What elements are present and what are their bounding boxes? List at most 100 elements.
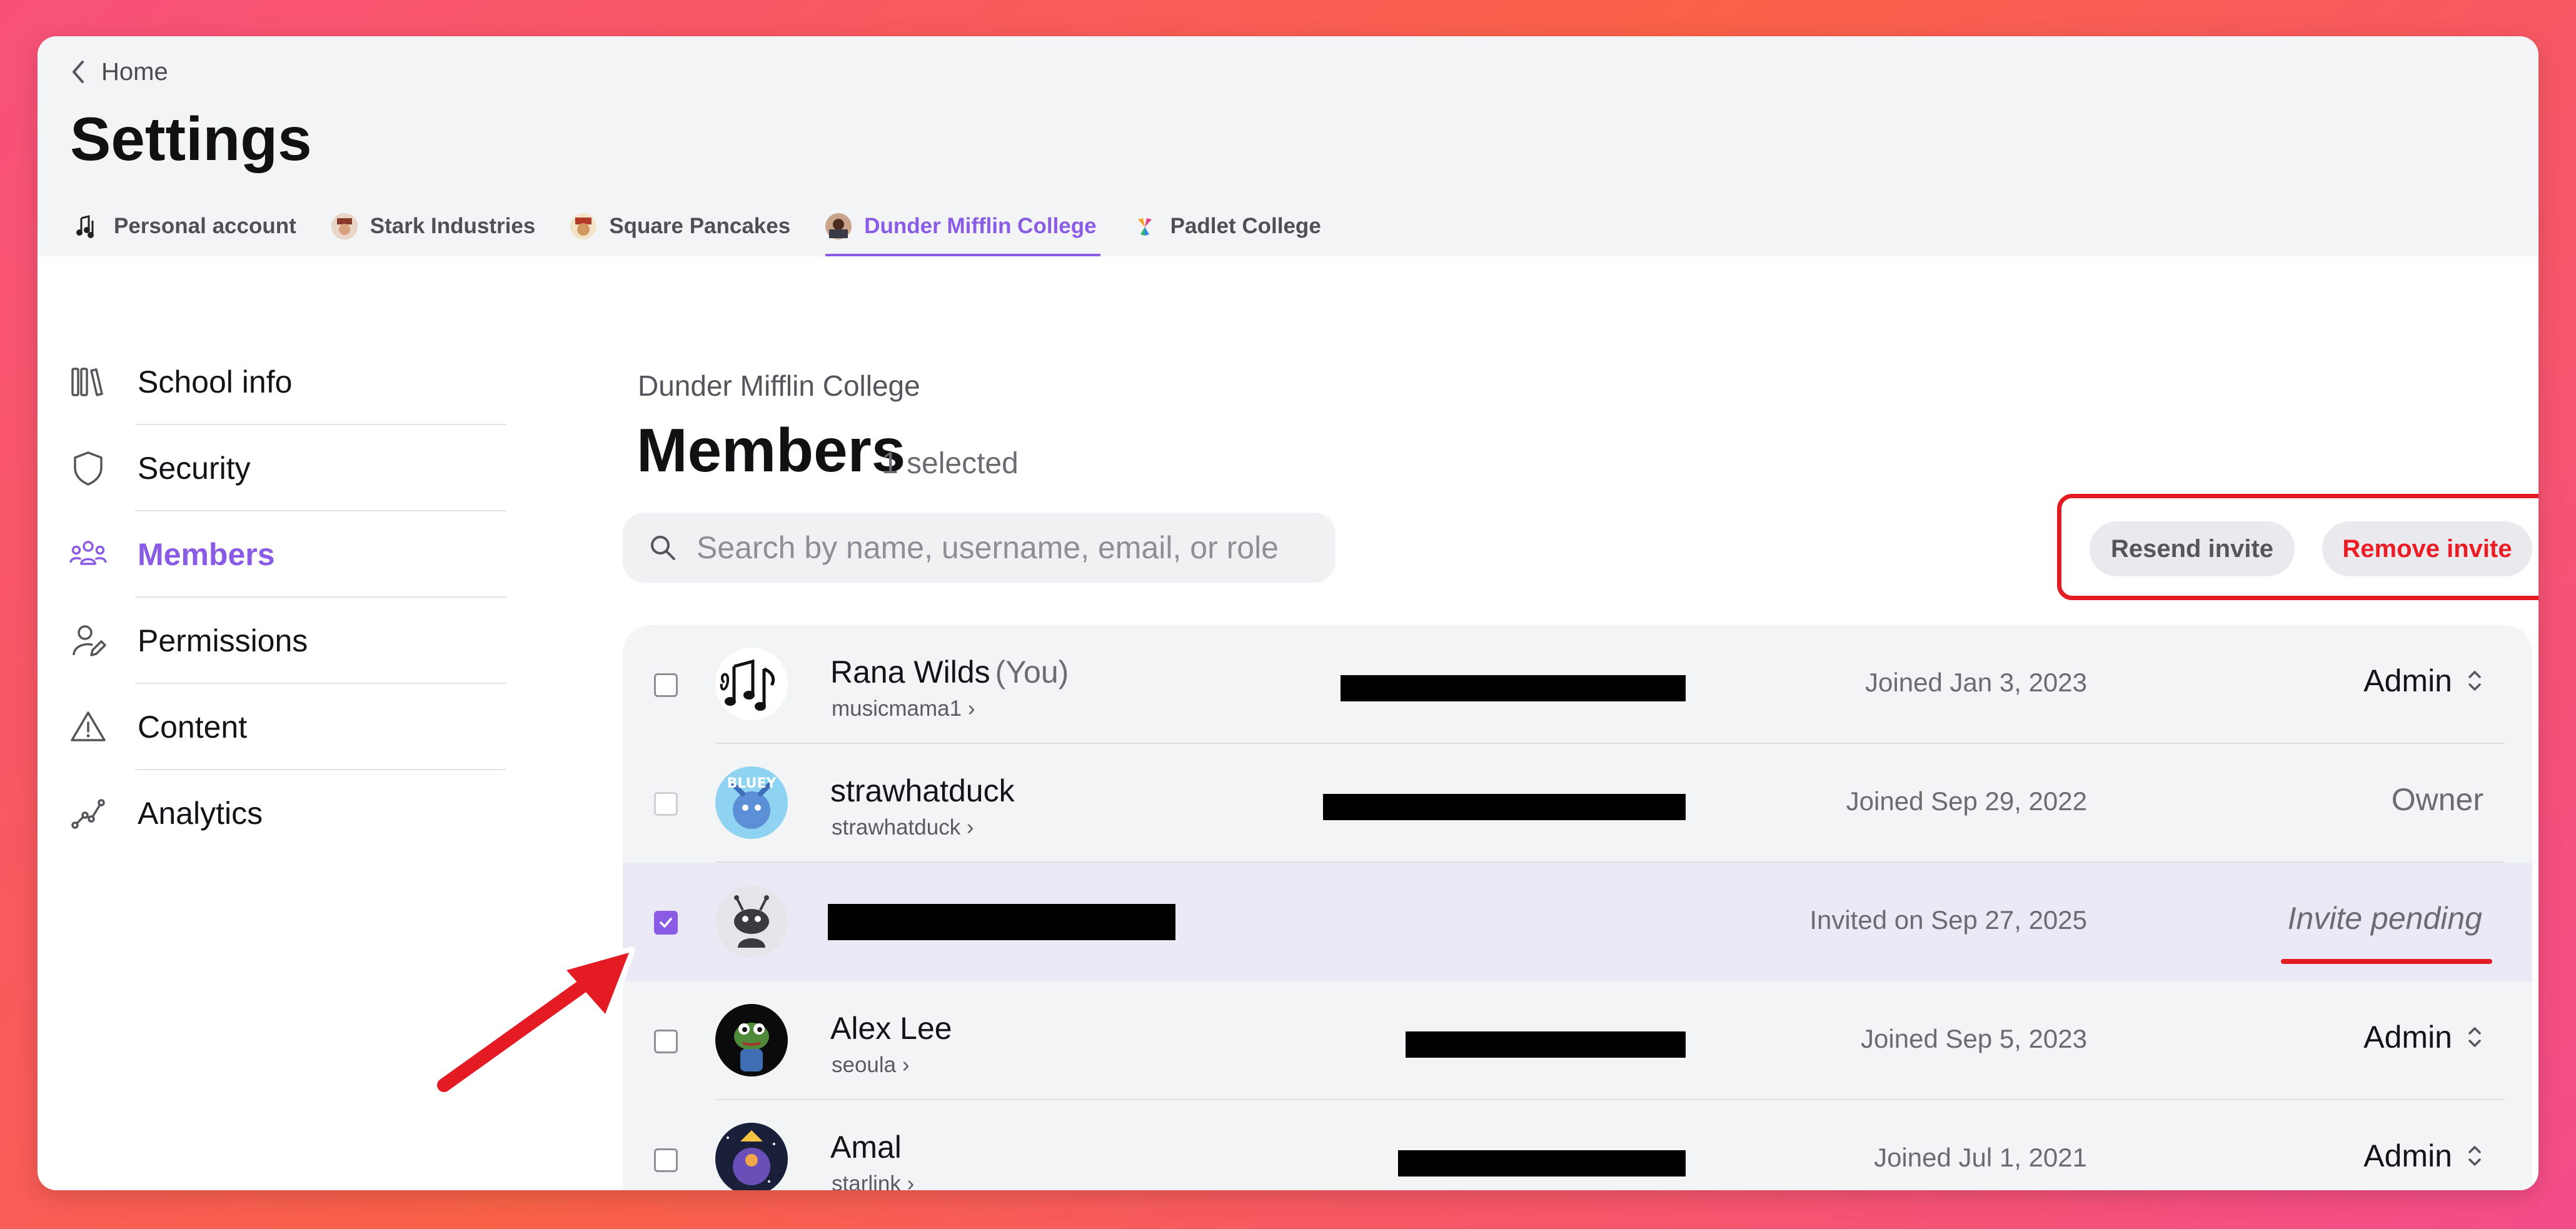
- books-icon: [71, 368, 103, 396]
- chevron-up-down-icon: [2468, 1027, 2481, 1047]
- row-checkbox: [654, 792, 678, 816]
- sidebar-item-label: Permissions: [138, 623, 308, 658]
- row-checkbox[interactable]: [654, 673, 678, 697]
- member-row[interactable]: BLUEY strawhatduck strawhatduck › Joined…: [623, 744, 2532, 863]
- account-tabs: Personal account Stark Industries Square…: [75, 196, 1356, 256]
- row-checkbox[interactable]: [654, 1030, 678, 1053]
- home-label: Home: [101, 58, 168, 86]
- music-notes-avatar-icon: [715, 648, 788, 720]
- frog-avatar-icon: [715, 1004, 788, 1076]
- role-label: Admin: [2363, 1020, 2452, 1055]
- tab-padlet-college[interactable]: Padlet College: [1132, 196, 1321, 256]
- role-label: Owner: [2391, 782, 2483, 817]
- member-name: Amal: [830, 1129, 902, 1165]
- member-row[interactable]: Amal starlink › Joined Jul 1, 2021 Admin: [623, 1100, 2532, 1190]
- member-name: Rana Wilds (You): [830, 654, 1069, 690]
- role-label: Admin: [2363, 1138, 2452, 1173]
- tab-label: Square Pancakes: [609, 214, 791, 238]
- member-name-text: Alex Lee: [830, 1011, 952, 1046]
- tab-label: Dunder Mifflin College: [864, 214, 1097, 238]
- back-to-home-link[interactable]: Home: [69, 55, 168, 89]
- member-row[interactable]: Rana Wilds (You) musicmama1 › Joined Jan …: [623, 625, 2532, 744]
- role-label: Admin: [2363, 663, 2452, 698]
- analytics-icon: [71, 799, 105, 829]
- remove-invite-button[interactable]: Remove invite: [2322, 521, 2532, 576]
- org-name: Dunder Mifflin College: [638, 369, 920, 402]
- member-username-link[interactable]: musicmama1 ›: [832, 696, 975, 721]
- sidebar-item-security[interactable]: Security: [69, 425, 506, 511]
- invite-pending-status: Invite pending: [2288, 900, 2482, 936]
- settings-sidebar: School info Security Members Permissions…: [69, 339, 506, 856]
- member-avatar: BLUEY: [715, 766, 788, 839]
- sidebar-item-analytics[interactable]: Analytics: [69, 770, 506, 856]
- role-select[interactable]: Admin: [2363, 663, 2483, 699]
- tab-label: Padlet College: [1170, 214, 1321, 238]
- settings-window: Home Settings Personal account Stark Ind…: [38, 36, 2538, 1190]
- sidebar-item-members[interactable]: Members: [69, 511, 506, 598]
- sidebar-item-school-info[interactable]: School info: [69, 339, 506, 425]
- warning-icon: [71, 711, 106, 741]
- org-avatar-icon: [331, 213, 358, 239]
- tab-dunder-mifflin-college[interactable]: Dunder Mifflin College: [825, 196, 1101, 256]
- search-input[interactable]: [695, 529, 1298, 566]
- annotation-arrow-icon: [433, 946, 635, 1096]
- member-avatar: [715, 1123, 788, 1190]
- role-select[interactable]: Admin: [2363, 1138, 2483, 1174]
- redacted-email: [1323, 794, 1686, 820]
- redacted-member-name: [828, 904, 1175, 940]
- default-ant-avatar-icon: [715, 885, 788, 958]
- chevron-up-down-icon: [2468, 1146, 2481, 1166]
- member-name-text: Amal: [830, 1130, 902, 1165]
- you-tag: (You): [995, 655, 1069, 690]
- member-username-link[interactable]: seoula ›: [832, 1053, 910, 1078]
- sidebar-item-label: Security: [138, 451, 251, 486]
- pending-underline-annotation: [2281, 959, 2492, 964]
- member-row[interactable]: Alex Lee seoula › Joined Sep 5, 2023 Adm…: [623, 981, 2532, 1100]
- member-row-selected[interactable]: Invited on Sep 27, 2025 Invite pending: [623, 863, 2532, 981]
- tab-square-pancakes[interactable]: Square Pancakes: [570, 196, 790, 256]
- redacted-email: [1406, 1031, 1686, 1058]
- role-label: Invite pending: [2287, 901, 2482, 936]
- members-table: Rana Wilds (You) musicmama1 › Joined Jan …: [623, 625, 2532, 1190]
- user-edit-icon: [73, 625, 106, 656]
- settings-header: Home Settings Personal account Stark Ind…: [38, 36, 2538, 256]
- member-invited-date: Invited on Sep 27, 2025: [1809, 905, 2087, 935]
- member-username-link[interactable]: strawhatduck ›: [832, 815, 974, 840]
- sidebar-item-content[interactable]: Content: [69, 684, 506, 770]
- tab-stark-industries[interactable]: Stark Industries: [331, 196, 536, 256]
- member-search[interactable]: [623, 513, 1336, 583]
- search-icon: [651, 536, 675, 560]
- sidebar-item-label: School info: [138, 364, 293, 399]
- member-joined-date: Joined Sep 29, 2022: [1846, 786, 2087, 816]
- row-checkbox-checked[interactable]: [654, 911, 678, 935]
- sidebar-item-label: Content: [138, 710, 248, 745]
- role-label-static: Owner: [2392, 781, 2483, 818]
- tab-personal-account[interactable]: Personal account: [75, 196, 296, 256]
- member-avatar: [715, 1004, 788, 1076]
- space-avatar-icon: [715, 1123, 788, 1190]
- redacted-email: [1398, 1150, 1686, 1176]
- row-checkbox[interactable]: [654, 1148, 678, 1172]
- music-note-avatar-icon: [75, 213, 101, 239]
- checkmark-icon: [660, 918, 672, 928]
- selected-count: 1 selected: [882, 447, 1019, 480]
- member-joined-date: Joined Jan 3, 2023: [1865, 668, 2087, 697]
- member-avatar: [715, 648, 788, 720]
- tab-label: Personal account: [114, 214, 296, 238]
- resend-invite-button[interactable]: Resend invite: [2090, 521, 2295, 576]
- member-joined-date: Joined Sep 5, 2023: [1861, 1024, 2087, 1053]
- member-name-text: strawhatduck: [830, 773, 1015, 808]
- sidebar-item-label: Analytics: [138, 796, 263, 831]
- section-title: Members: [636, 416, 906, 484]
- bluey-avatar-icon: BLUEY: [715, 766, 788, 839]
- member-username-link[interactable]: starlink ›: [832, 1171, 914, 1190]
- page-title: Settings: [70, 104, 312, 173]
- role-select[interactable]: Admin: [2363, 1019, 2483, 1055]
- member-name-text: Rana Wilds: [830, 655, 990, 690]
- tab-label: Stark Industries: [370, 214, 536, 238]
- chevron-left-icon: [73, 61, 84, 83]
- redacted-email: [1341, 675, 1686, 701]
- org-avatar-icon: [825, 213, 852, 239]
- sidebar-item-permissions[interactable]: Permissions: [69, 598, 506, 684]
- padlet-logo-icon: [1132, 213, 1158, 239]
